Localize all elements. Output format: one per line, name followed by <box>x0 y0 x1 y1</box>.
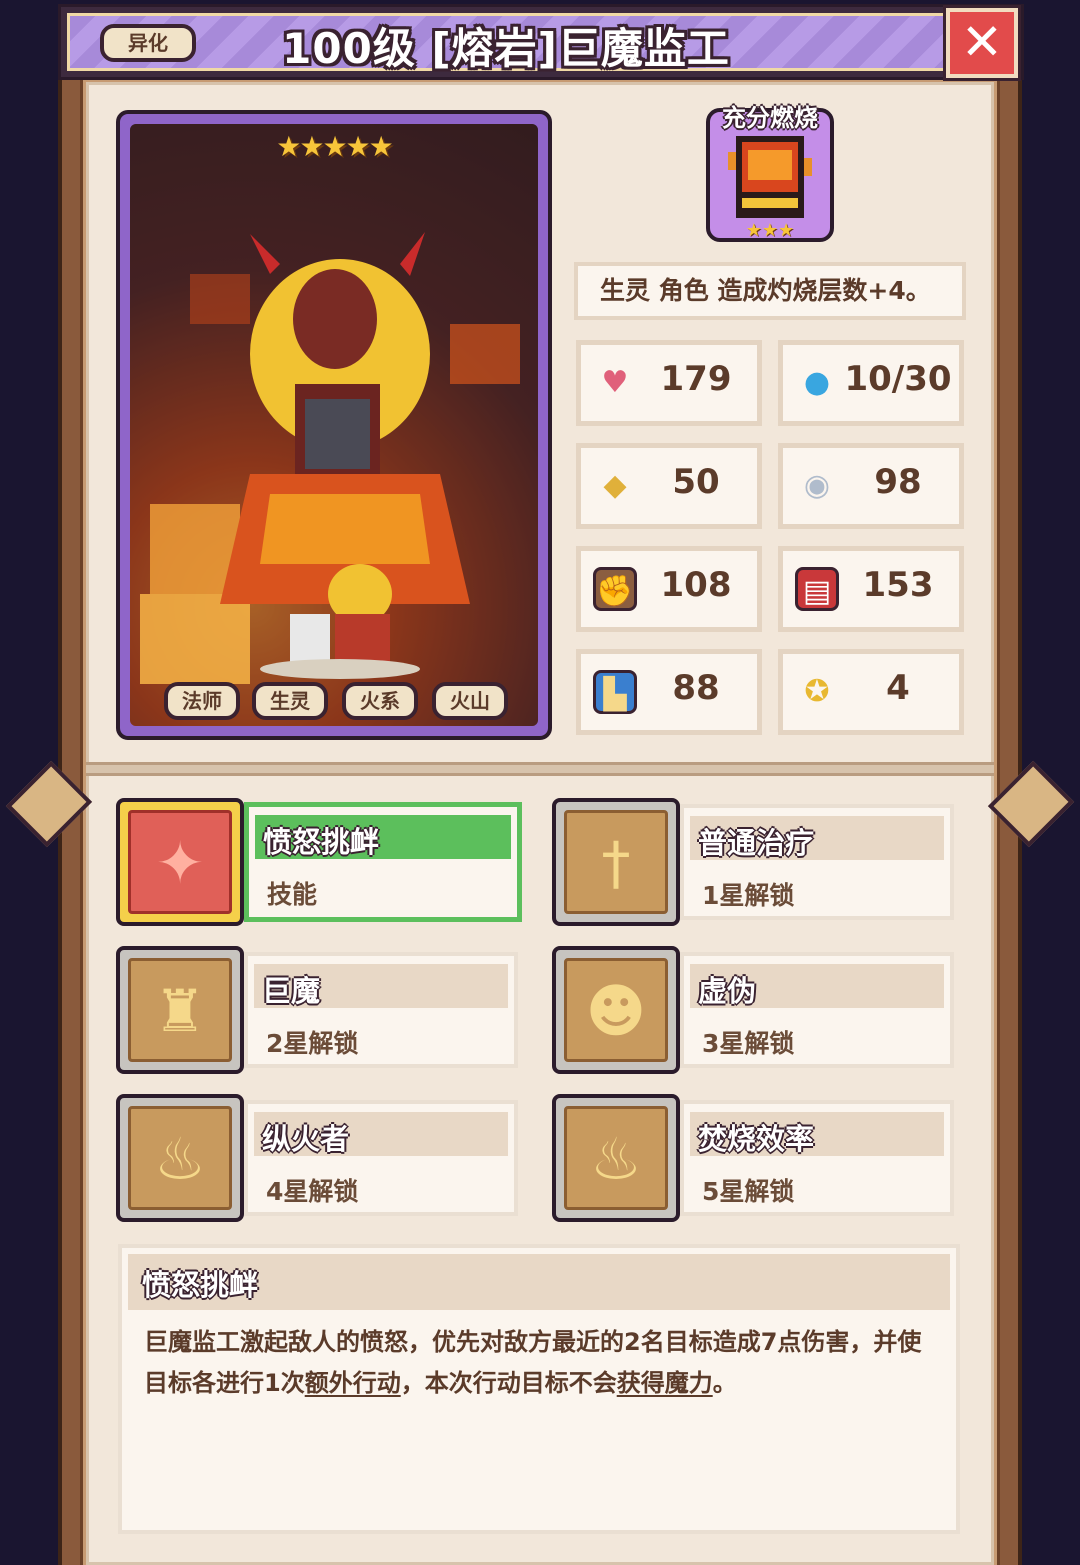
skill-sub: 技能 <box>267 880 318 909</box>
skill-body: 焚烧效率 5星解锁 <box>680 1100 954 1216</box>
relic-label: 充分燃烧 <box>722 104 818 132</box>
skill-name: 愤怒挑衅 <box>263 825 380 859</box>
skill-name: 纵火者 <box>262 1122 350 1156</box>
flame-spirit-icon: ♨ <box>564 1106 668 1210</box>
skill-sub: 4星解锁 <box>266 1177 359 1206</box>
magic-shield-icon: ◉ <box>803 468 831 503</box>
rarity-stars: ★★★★★ <box>276 130 394 163</box>
stat-mana[interactable]: ● 10/30 <box>778 340 964 426</box>
shield-icon: ◆ <box>603 468 627 503</box>
skill-body: 普通治疗 1星解锁 <box>680 804 954 920</box>
stat-value: 179 <box>660 359 732 399</box>
skill-icon-frame: ♨ <box>116 1094 244 1222</box>
troll-icon: ♜ <box>128 958 232 1062</box>
stat-health[interactable]: ♥ 179 <box>576 340 762 426</box>
flame-spirit-icon: ♨ <box>128 1106 232 1210</box>
stat-crit[interactable]: ✪ 4 <box>778 649 964 735</box>
skill-body: 虚伪 3星解锁 <box>680 952 954 1068</box>
stat-speed[interactable]: ▙ 88 <box>576 649 762 735</box>
skill-sub: 5星解锁 <box>702 1177 795 1206</box>
stat-attack[interactable]: ✊ 108 <box>576 546 762 632</box>
gain-mana-link[interactable]: 获得魔力 <box>617 1369 713 1397</box>
region-tag[interactable]: 火山 <box>432 682 508 720</box>
mana-drop-icon: ● <box>803 365 831 400</box>
character-card: ★★★★★ 法师 生灵 火系 火山 <box>116 110 552 740</box>
character-art <box>130 124 538 726</box>
stat-armor[interactable]: ◆ 50 <box>576 443 762 529</box>
skill-name: 普通治疗 <box>698 826 815 860</box>
stat-spell-power[interactable]: ▤ 153 <box>778 546 964 632</box>
character-portrait: ★★★★★ <box>130 124 538 726</box>
stat-value: 4 <box>886 668 910 708</box>
stat-value: 98 <box>874 462 922 502</box>
variant-tag[interactable]: 异化 <box>100 24 196 62</box>
title-bar: 100级 [熔岩]巨魔监工 <box>58 4 1024 80</box>
skill-name: 巨魔 <box>262 974 321 1008</box>
skill-description-panel: 愤怒挑衅 巨魔监工激起敌人的愤怒，优先对敌方最近的2名目标造成7点伤害，并使目标… <box>118 1244 960 1534</box>
heart-icon: ♥ <box>601 365 629 400</box>
skill-icon-frame: ♨ <box>552 1094 680 1222</box>
taunt-icon: ✦ <box>128 810 232 914</box>
relic-effect: 生灵 角色 造成灼烧层数+4。 <box>574 262 966 320</box>
skill-icon-frame: † <box>552 798 680 926</box>
skill-name: 焚烧效率 <box>698 1122 815 1156</box>
close-button[interactable]: ✕ <box>943 5 1021 81</box>
skill-body: 巨魔 2星解锁 <box>244 952 518 1068</box>
close-icon: ✕ <box>961 13 1003 71</box>
stat-value: 50 <box>672 462 720 502</box>
element-tag[interactable]: 火系 <box>342 682 418 720</box>
stat-magic-resist[interactable]: ◉ 98 <box>778 443 964 529</box>
spellbook-icon: ▤ <box>795 567 839 611</box>
stat-value: 10/30 <box>844 359 952 399</box>
skill-sub: 3星解锁 <box>702 1029 795 1058</box>
description-part-2: ，本次行动目标不会 <box>400 1369 617 1397</box>
skill-body-selected: 愤怒挑衅 技能 <box>244 802 522 922</box>
skill-icon-frame: ☻ <box>552 946 680 1074</box>
description-title: 愤怒挑衅 <box>142 1268 259 1302</box>
extra-action-link[interactable]: 额外行动 <box>305 1369 401 1397</box>
stat-value: 108 <box>660 565 732 605</box>
class-tag[interactable]: 法师 <box>164 682 240 720</box>
fist-icon: ✊ <box>593 567 637 611</box>
stat-value: 88 <box>672 668 720 708</box>
boot-icon: ▙ <box>593 670 637 714</box>
race-tag[interactable]: 生灵 <box>252 682 328 720</box>
crit-icon: ✪ <box>804 674 830 709</box>
skill-sub: 1星解锁 <box>702 881 795 910</box>
skill-icon-frame: ✦ <box>116 798 244 926</box>
skill-name: 虚伪 <box>698 974 757 1008</box>
relic-stars: ★★★ <box>745 220 795 241</box>
mask-icon: ☻ <box>564 958 668 1062</box>
description-text: 巨魔监工激起敌人的愤怒，优先对敌方最近的2名目标造成7点伤害，并使目标各进行1次… <box>144 1322 926 1404</box>
skill-icon-frame: ♜ <box>116 946 244 1074</box>
stat-value: 153 <box>862 565 934 605</box>
skill-body: 纵火者 4星解锁 <box>244 1100 518 1216</box>
section-divider <box>86 762 994 776</box>
skill-sub: 2星解锁 <box>266 1029 359 1058</box>
description-part-3: 。 <box>712 1369 737 1397</box>
sword-icon: † <box>564 810 668 914</box>
